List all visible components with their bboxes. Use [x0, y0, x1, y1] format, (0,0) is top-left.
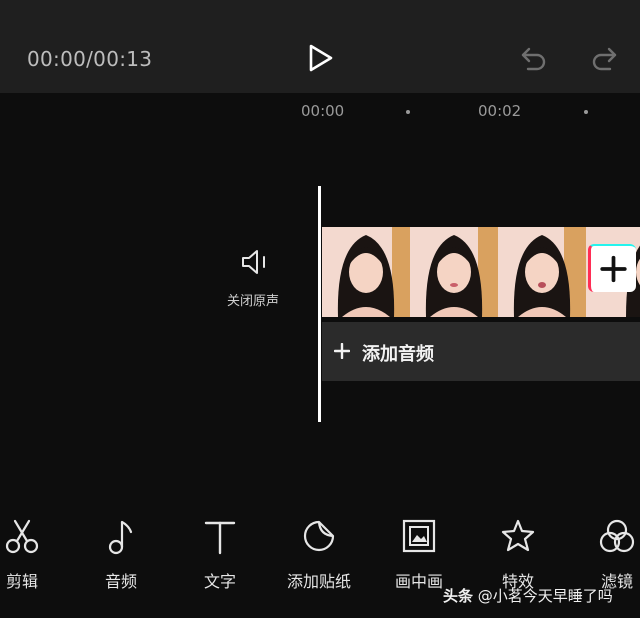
ruler-label-0: 00:00 [301, 102, 345, 120]
tool-filter[interactable]: 滤镜 [572, 518, 640, 591]
watermark-brand: 头条 [443, 587, 474, 605]
mute-original-label[interactable]: 关闭原声 [227, 290, 279, 309]
tool-label: 剪辑 [5, 572, 38, 591]
tool-label: 音频 [104, 572, 137, 591]
tool-label: 添加贴纸 [286, 572, 351, 591]
ruler-tick [406, 110, 410, 114]
plus-icon [334, 343, 350, 359]
ruler-label-1: 00:02 [478, 102, 522, 120]
effects-star-icon [501, 519, 535, 552]
clip-frame [322, 227, 410, 317]
clip-frame [410, 227, 498, 317]
add-audio-label[interactable]: 添加音频 [362, 340, 434, 366]
clip-frame [498, 227, 586, 317]
tool-effects[interactable]: 特效 [473, 518, 563, 591]
tool-text[interactable]: 文字 [175, 518, 265, 591]
add-clip-button[interactable] [588, 244, 636, 292]
speaker-mute-icon[interactable] [240, 248, 270, 276]
filter-icon [599, 519, 635, 553]
tool-picture-in-picture[interactable]: 画中画 [374, 518, 464, 591]
watermark-handle: @小茗今天早睡了吗 [477, 587, 613, 605]
watermark: 头条 @小茗今天早睡了吗 [443, 585, 613, 606]
redo-icon[interactable] [590, 45, 618, 71]
playhead[interactable] [318, 186, 321, 422]
text-icon [204, 521, 236, 555]
undo-icon[interactable] [520, 45, 548, 71]
ruler-tick [584, 110, 588, 114]
tool-label: 文字 [203, 572, 236, 591]
tool-edit[interactable]: 剪辑 [0, 518, 67, 591]
timecode: 00:00/00:13 [27, 47, 153, 71]
play-icon[interactable] [306, 43, 334, 73]
scissors-icon [5, 519, 39, 554]
tool-audio[interactable]: 音频 [76, 518, 166, 591]
sticker-icon [303, 520, 335, 552]
picture-in-picture-icon [402, 519, 436, 553]
tool-sticker[interactable]: 添加贴纸 [274, 518, 364, 591]
music-note-icon [108, 520, 133, 555]
